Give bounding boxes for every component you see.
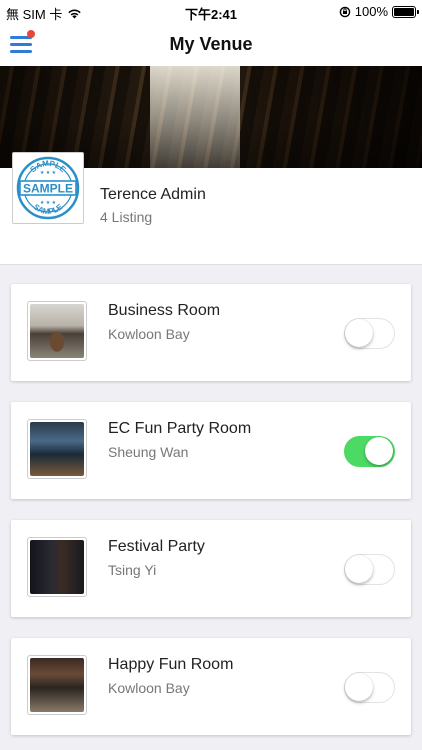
nav-bar: My Venue [0, 22, 422, 67]
listing-title: EC Fun Party Room [108, 420, 252, 437]
listing-location: Tsing Yi [108, 562, 157, 578]
listing-thumbnail [27, 537, 87, 597]
sample-stamp-icon: SAMPLE SAMPLE SAMPLE ★ ★ ★ ★ ★ ★ [16, 156, 80, 220]
orientation-lock-icon [339, 6, 351, 17]
listing-title: Festival Party [108, 538, 205, 555]
svg-text:SAMPLE: SAMPLE [23, 182, 73, 196]
listing-title: Business Room [108, 302, 221, 319]
listing-card[interactable]: Happy Fun Room Kowloon Bay [11, 638, 411, 735]
listing-location: Kowloon Bay [108, 680, 190, 696]
listing-thumbnail [27, 301, 87, 361]
listing-toggle[interactable] [344, 318, 395, 349]
status-bar: 無 SIM 卡 下午2:41 100% [0, 0, 422, 22]
listing-thumbnail [27, 655, 87, 715]
listing-card[interactable]: Festival Party Tsing Yi [11, 520, 411, 617]
listing-toggle[interactable] [344, 672, 395, 703]
svg-text:★ ★ ★: ★ ★ ★ [40, 200, 57, 206]
avatar: SAMPLE SAMPLE SAMPLE ★ ★ ★ ★ ★ ★ [12, 152, 84, 224]
battery-icon [392, 5, 419, 18]
status-right: 100% [339, 4, 419, 19]
cover-light [150, 66, 240, 168]
listing-toggle[interactable] [344, 436, 395, 467]
listing-toggle[interactable] [344, 554, 395, 585]
profile-card: SAMPLE SAMPLE SAMPLE ★ ★ ★ ★ ★ ★ Terence… [0, 152, 422, 265]
listing-title: Happy Fun Room [108, 656, 234, 673]
page-title: My Venue [169, 34, 253, 54]
battery-label: 100% [354, 4, 388, 19]
listing-card[interactable]: Business Room Kowloon Bay [11, 284, 411, 381]
svg-text:★ ★ ★: ★ ★ ★ [40, 170, 57, 176]
listing-location: Kowloon Bay [108, 326, 190, 342]
listing-count: 4 Listing [100, 209, 153, 225]
profile-name: Terence Admin [100, 186, 206, 203]
listing-card[interactable]: EC Fun Party Room Sheung Wan [11, 402, 411, 499]
listing-thumbnail [27, 419, 87, 479]
listing-location: Sheung Wan [108, 444, 189, 460]
